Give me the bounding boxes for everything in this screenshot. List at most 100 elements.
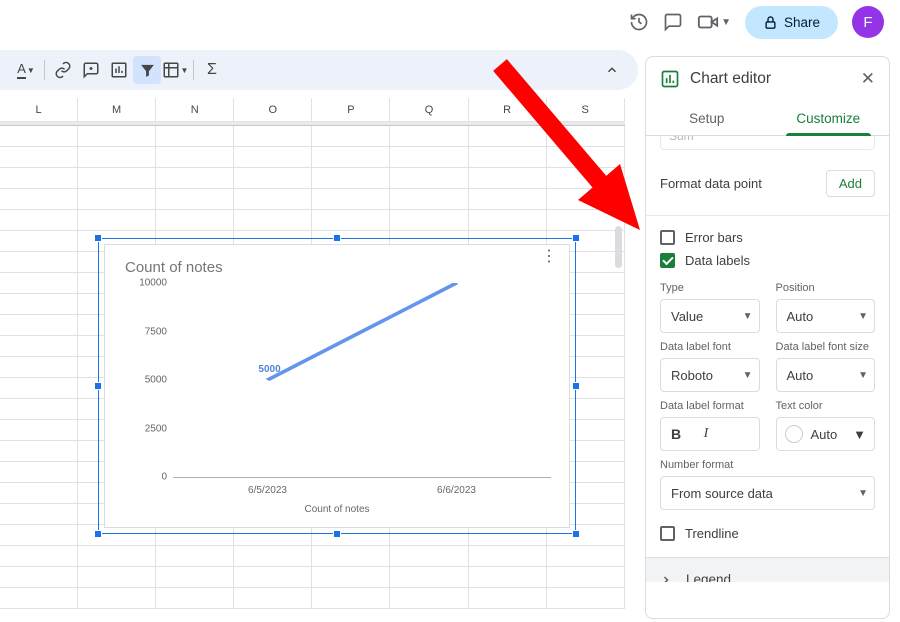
cell[interactable]	[234, 210, 312, 230]
cell[interactable]	[0, 525, 78, 545]
cell[interactable]	[312, 126, 390, 146]
cell[interactable]	[78, 588, 156, 608]
cell[interactable]	[0, 420, 78, 440]
cell[interactable]	[312, 189, 390, 209]
resize-handle[interactable]	[94, 382, 102, 390]
cell[interactable]	[0, 336, 78, 356]
cell[interactable]	[312, 147, 390, 167]
legend-section[interactable]: Legend	[646, 557, 889, 582]
cell[interactable]	[0, 441, 78, 461]
bold-button[interactable]: B	[661, 426, 691, 442]
cell[interactable]	[156, 546, 234, 566]
cell[interactable]	[469, 567, 547, 587]
functions-icon[interactable]: Σ	[198, 56, 226, 84]
tab-setup[interactable]: Setup	[646, 101, 768, 135]
cell[interactable]	[0, 252, 78, 272]
cell[interactable]	[312, 546, 390, 566]
trendline-checkbox[interactable]	[660, 526, 675, 541]
column-header[interactable]: M	[78, 98, 156, 121]
cell[interactable]	[0, 315, 78, 335]
cell[interactable]	[78, 210, 156, 230]
history-icon[interactable]	[629, 12, 649, 32]
truncated-dropdown[interactable]: Sum	[660, 136, 875, 150]
cell[interactable]	[156, 147, 234, 167]
column-header[interactable]: P	[312, 98, 390, 121]
cell[interactable]	[0, 546, 78, 566]
font-select[interactable]: Roboto▼	[660, 358, 760, 392]
chart-object[interactable]: Count of notes ⋮ 10000 7500 5000 2500 0 …	[98, 238, 576, 534]
cell[interactable]	[234, 588, 312, 608]
cell[interactable]	[156, 567, 234, 587]
cell[interactable]	[0, 210, 78, 230]
cell[interactable]	[469, 168, 547, 188]
cell[interactable]	[156, 168, 234, 188]
cell[interactable]	[0, 126, 78, 146]
cell[interactable]	[234, 546, 312, 566]
comment-icon[interactable]	[663, 12, 683, 32]
cell[interactable]	[312, 168, 390, 188]
cell[interactable]	[390, 588, 468, 608]
insert-comment-icon[interactable]	[77, 56, 105, 84]
position-select[interactable]: Auto▼	[776, 299, 876, 333]
cell[interactable]	[547, 147, 625, 167]
cell[interactable]	[78, 567, 156, 587]
cell[interactable]	[469, 126, 547, 146]
cell[interactable]	[469, 588, 547, 608]
cell[interactable]	[390, 168, 468, 188]
resize-handle[interactable]	[572, 530, 580, 538]
cell[interactable]	[547, 567, 625, 587]
cell[interactable]	[547, 168, 625, 188]
cell[interactable]	[469, 147, 547, 167]
resize-handle[interactable]	[333, 234, 341, 242]
cell[interactable]	[0, 483, 78, 503]
column-header[interactable]: R	[469, 98, 547, 121]
cell[interactable]	[156, 126, 234, 146]
cell[interactable]	[234, 567, 312, 587]
cell[interactable]	[390, 189, 468, 209]
cell[interactable]	[390, 567, 468, 587]
cell[interactable]	[0, 273, 78, 293]
avatar[interactable]: F	[852, 6, 884, 38]
cell[interactable]	[0, 462, 78, 482]
cell[interactable]	[78, 147, 156, 167]
cell[interactable]	[312, 567, 390, 587]
cell[interactable]	[390, 210, 468, 230]
textcolor-select[interactable]: Auto▼	[776, 417, 876, 451]
cell[interactable]	[0, 231, 78, 251]
filter-views-icon[interactable]: ▼	[161, 56, 189, 84]
meet-button[interactable]: ▼	[697, 11, 731, 33]
cell[interactable]	[234, 126, 312, 146]
cell[interactable]	[547, 588, 625, 608]
type-select[interactable]: Value▼	[660, 299, 760, 333]
italic-button[interactable]: I	[691, 426, 721, 442]
cell[interactable]	[469, 189, 547, 209]
share-button[interactable]: Share	[745, 6, 838, 39]
cell[interactable]	[312, 210, 390, 230]
resize-handle[interactable]	[333, 530, 341, 538]
column-header[interactable]: N	[156, 98, 234, 121]
cell[interactable]	[78, 126, 156, 146]
cell[interactable]	[547, 210, 625, 230]
data-labels-checkbox[interactable]	[660, 253, 675, 268]
cell[interactable]	[547, 189, 625, 209]
column-header[interactable]: Q	[390, 98, 468, 121]
fontsize-select[interactable]: Auto▼	[776, 358, 876, 392]
resize-handle[interactable]	[94, 530, 102, 538]
column-header[interactable]: O	[234, 98, 312, 121]
close-icon[interactable]: ✕	[861, 69, 875, 89]
number-format-select[interactable]: From source data▼	[660, 476, 875, 510]
cell[interactable]	[390, 126, 468, 146]
collapse-toolbar-icon[interactable]	[598, 56, 626, 84]
cell[interactable]	[0, 399, 78, 419]
tab-customize[interactable]: Customize	[768, 101, 890, 135]
chart-menu-icon[interactable]: ⋮	[541, 255, 557, 259]
text-color-icon[interactable]: A▼	[12, 56, 40, 84]
column-header[interactable]: S	[547, 98, 625, 121]
cell[interactable]	[0, 504, 78, 524]
cell[interactable]	[469, 210, 547, 230]
resize-handle[interactable]	[572, 234, 580, 242]
cell[interactable]	[0, 168, 78, 188]
cell[interactable]	[0, 378, 78, 398]
cell[interactable]	[390, 147, 468, 167]
resize-handle[interactable]	[572, 382, 580, 390]
